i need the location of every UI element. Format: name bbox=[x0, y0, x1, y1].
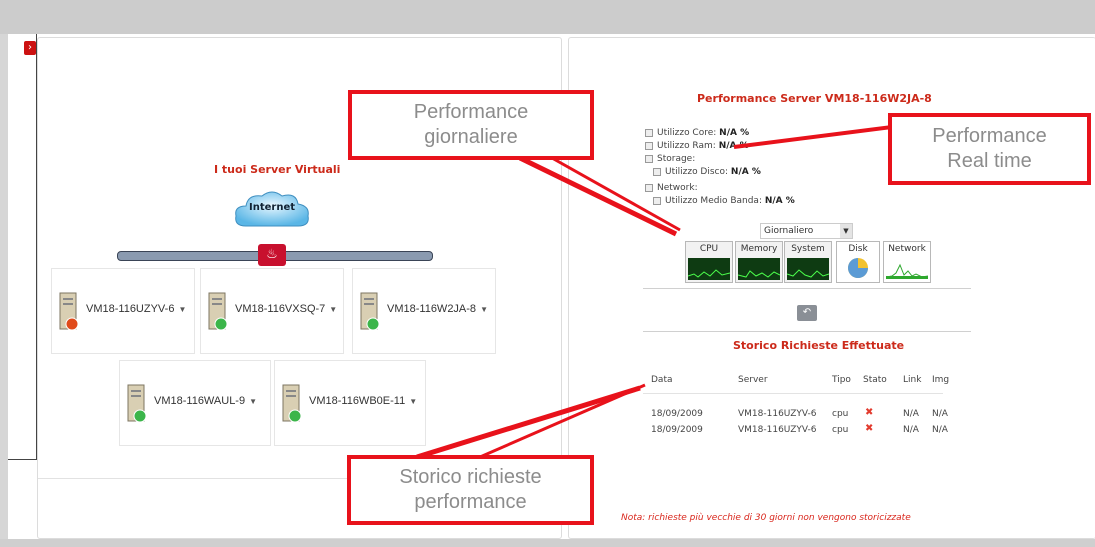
dropdown-caret-icon[interactable]: ▼ bbox=[480, 305, 488, 314]
bottom-bar bbox=[0, 539, 1095, 547]
tab-label: Memory bbox=[740, 244, 778, 254]
tab-label: Disk bbox=[848, 244, 868, 254]
cell-server: VM18-116UZYV-6 bbox=[738, 409, 817, 419]
expand-icon[interactable] bbox=[653, 196, 661, 205]
expand-toggle-button[interactable]: › bbox=[24, 41, 36, 55]
system-graph-icon bbox=[787, 258, 829, 280]
cell-link: N/A bbox=[903, 409, 919, 419]
tab-cpu[interactable]: CPU bbox=[685, 241, 733, 283]
server-card[interactable]: VM18-116WAUL-9 ▼ bbox=[119, 360, 271, 446]
stat-network: Network: bbox=[645, 183, 698, 193]
server-card[interactable]: VM18-116UZYV-6 ▼ bbox=[51, 268, 195, 354]
retention-note: Nota: richieste più vecchie di 30 giorni… bbox=[621, 513, 911, 523]
server-name: VM18-116WAUL-9 bbox=[154, 395, 246, 407]
callout-realtime-performance: Performance Real time bbox=[888, 113, 1091, 185]
column-header: Data bbox=[651, 375, 673, 385]
server-name: VM18-116WB0E-11 bbox=[309, 395, 406, 407]
dropdown-caret-icon[interactable]: ▼ bbox=[178, 305, 186, 314]
period-select[interactable]: Giornaliero ▼ bbox=[760, 223, 853, 239]
stat-core: Utilizzo Core: N/A % bbox=[645, 128, 749, 138]
server-name: VM18-116VXSQ-7 bbox=[235, 303, 326, 315]
status-error-icon: ✖ bbox=[865, 423, 874, 434]
dropdown-caret-icon[interactable]: ▼ bbox=[329, 305, 337, 314]
server-green-icon bbox=[360, 292, 380, 331]
server-card[interactable]: VM18-116VXSQ-7 ▼ bbox=[200, 268, 344, 354]
cell-img: N/A bbox=[932, 409, 948, 419]
tab-disk[interactable]: Disk bbox=[836, 241, 880, 283]
server-red-icon bbox=[59, 292, 79, 331]
server-card[interactable]: VM18-116W2JA-8 ▼ bbox=[352, 268, 496, 354]
server-card[interactable]: VM18-116WB0E-11 ▼ bbox=[274, 360, 426, 446]
cell-server: VM18-116UZYV-6 bbox=[738, 425, 817, 435]
tab-label: CPU bbox=[699, 244, 719, 254]
status-error-icon: ✖ bbox=[865, 407, 874, 418]
cell-img: N/A bbox=[932, 425, 948, 435]
stat-ram: Utilizzo Ram: N/A % bbox=[645, 141, 749, 151]
left-bar bbox=[0, 34, 8, 547]
chevron-down-icon: ▼ bbox=[840, 224, 852, 238]
expand-icon[interactable] bbox=[653, 167, 661, 176]
column-header: Tipo bbox=[832, 375, 851, 385]
memory-graph-icon bbox=[738, 258, 780, 280]
divider bbox=[643, 393, 943, 394]
cell-date: 18/09/2009 bbox=[651, 409, 703, 419]
cell-type: cpu bbox=[832, 425, 849, 435]
callout-daily-performance: Performance giornaliere bbox=[348, 90, 594, 160]
top-bar bbox=[0, 0, 1095, 34]
stat-storage: Storage: bbox=[645, 154, 695, 164]
expand-icon[interactable] bbox=[645, 128, 653, 137]
network-graph-icon bbox=[886, 257, 928, 279]
server-green-icon bbox=[282, 384, 302, 423]
history-title: Storico Richieste Effettuate bbox=[733, 339, 905, 352]
column-header: Img bbox=[932, 375, 950, 385]
tab-label: System bbox=[791, 244, 825, 254]
column-header: Stato bbox=[863, 375, 887, 385]
disk-pie-icon bbox=[848, 258, 868, 278]
expand-icon[interactable] bbox=[645, 183, 653, 192]
callout-request-history: Storico richieste performance bbox=[347, 455, 594, 525]
cell-link: N/A bbox=[903, 425, 919, 435]
expand-icon[interactable] bbox=[645, 141, 653, 150]
server-green-icon bbox=[127, 384, 147, 423]
tab-network[interactable]: Network bbox=[883, 241, 931, 283]
back-arrow-button[interactable]: ↶ bbox=[797, 305, 817, 321]
server-green-icon bbox=[208, 292, 228, 331]
server-name: VM18-116UZYV-6 bbox=[86, 303, 175, 315]
divider bbox=[643, 288, 971, 289]
internet-label: Internet bbox=[248, 202, 295, 213]
dropdown-caret-icon[interactable]: ▼ bbox=[409, 397, 417, 406]
expand-icon[interactable] bbox=[645, 154, 653, 163]
stat-disk: Utilizzo Disco: N/A % bbox=[653, 167, 761, 177]
tab-memory[interactable]: Memory bbox=[735, 241, 783, 283]
cell-date: 18/09/2009 bbox=[651, 425, 703, 435]
performance-title: Performance Server VM18-116W2JA-8 bbox=[697, 92, 932, 105]
dropdown-caret-icon[interactable]: ▼ bbox=[249, 397, 257, 406]
cell-type: cpu bbox=[832, 409, 849, 419]
tab-system[interactable]: System bbox=[784, 241, 832, 283]
firewall-icon[interactable]: ♨ bbox=[258, 244, 286, 266]
internet-cloud-icon: Internet bbox=[232, 188, 312, 232]
divider bbox=[643, 331, 971, 332]
cpu-graph-icon bbox=[688, 258, 730, 280]
period-select-value: Giornaliero bbox=[764, 226, 814, 236]
divider bbox=[8, 459, 37, 460]
stat-band: Utilizzo Medio Banda: N/A % bbox=[653, 196, 795, 206]
column-header: Server bbox=[738, 375, 768, 385]
server-name: VM18-116W2JA-8 bbox=[387, 303, 477, 315]
column-header: Link bbox=[903, 375, 922, 385]
virtual-servers-title: I tuoi Server Virtuali bbox=[214, 163, 341, 176]
tab-label: Network bbox=[888, 244, 926, 254]
